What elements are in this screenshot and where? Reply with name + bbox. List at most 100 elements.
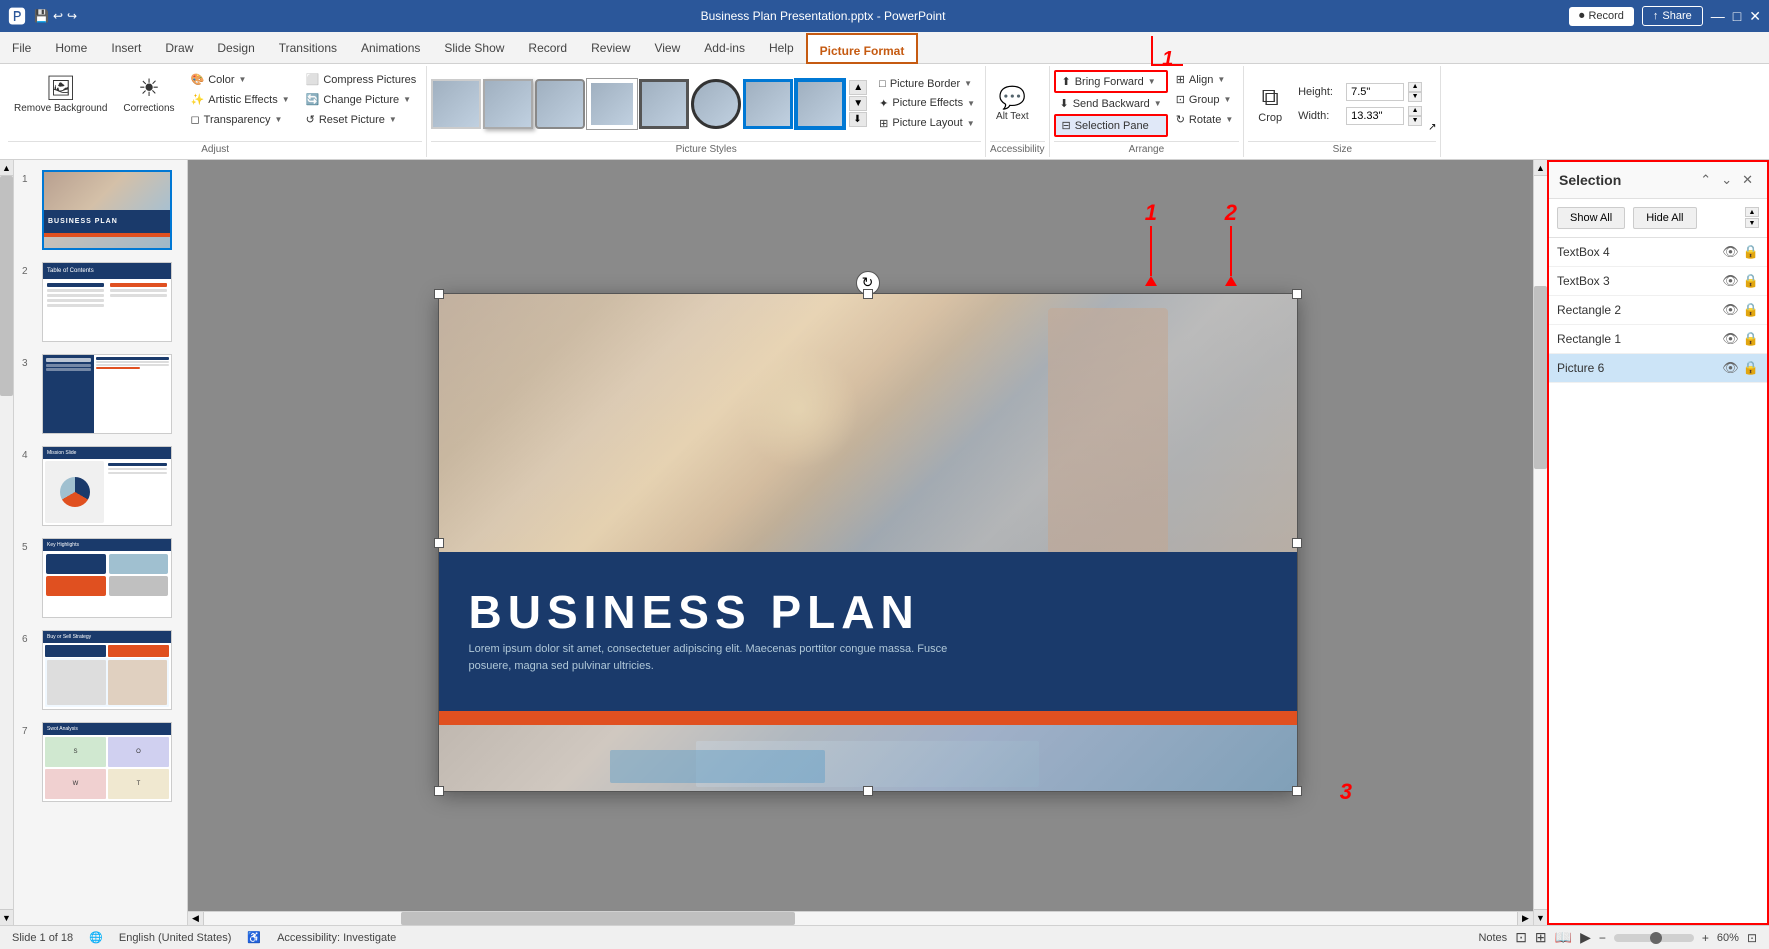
close-icon[interactable]: ✕ — [1749, 8, 1761, 25]
selection-item-textbox4[interactable]: TextBox 4 👁 🔒 — [1549, 238, 1767, 267]
tab-file[interactable]: File — [0, 32, 43, 63]
picture-style-2[interactable] — [483, 79, 533, 129]
picture-style-6[interactable] — [691, 79, 741, 129]
textbox3-visibility-icon[interactable]: 👁 — [1722, 273, 1739, 289]
handle-tl[interactable] — [434, 289, 444, 299]
maximize-icon[interactable]: □ — [1733, 8, 1741, 24]
picture-border-button[interactable]: □ Picture Border ▼ — [873, 75, 981, 93]
tab-draw[interactable]: Draw — [153, 32, 205, 63]
effects-dropdown-icon[interactable]: ▼ — [967, 99, 975, 108]
selection-item-picture6[interactable]: Picture 6 👁 🔒 — [1549, 354, 1767, 383]
rectangle1-lock-icon[interactable]: 🔒 — [1743, 331, 1759, 347]
tab-addins[interactable]: Add-ins — [692, 32, 757, 63]
slide-thumb-1[interactable]: 1 BUSINESS PLAN — [18, 166, 183, 254]
reset-picture-button[interactable]: ↺ Reset Picture ▼ — [300, 110, 423, 129]
picture-style-3[interactable] — [535, 79, 585, 129]
undo-icon[interactable]: ↩ — [53, 9, 63, 23]
canvas-scroll-right[interactable]: ▶ — [1517, 912, 1533, 925]
slides-scroll-thumb[interactable] — [0, 176, 13, 396]
pane-close-button[interactable]: ✕ — [1738, 170, 1757, 190]
tab-review[interactable]: Review — [579, 32, 642, 63]
slide-thumb-6[interactable]: 6 Buy or Sell Strategy — [18, 626, 183, 714]
textbox4-lock-icon[interactable]: 🔒 — [1743, 244, 1759, 260]
group-dropdown-icon[interactable]: ▼ — [1223, 95, 1231, 104]
zoom-slider[interactable] — [1614, 934, 1694, 942]
transparency-dropdown-icon[interactable]: ▼ — [275, 115, 283, 124]
textbox3-lock-icon[interactable]: 🔒 — [1743, 273, 1759, 289]
rotate-dropdown-icon[interactable]: ▼ — [1225, 115, 1233, 124]
view-slide-sorter-icon[interactable]: ⊞ — [1535, 929, 1547, 946]
items-scroll-up[interactable]: ▲ — [1745, 207, 1759, 217]
compress-pictures-button[interactable]: ⬜ Compress Pictures — [300, 70, 423, 89]
layout-dropdown-icon[interactable]: ▼ — [967, 119, 975, 128]
height-input[interactable] — [1346, 83, 1404, 101]
change-picture-dropdown-icon[interactable]: ▼ — [403, 95, 411, 104]
zoom-in-icon[interactable]: + — [1702, 931, 1709, 945]
bring-forward-dropdown-icon[interactable]: ▼ — [1148, 77, 1156, 86]
tab-home[interactable]: Home — [43, 32, 99, 63]
selection-item-rectangle1[interactable]: Rectangle 1 👁 🔒 — [1549, 325, 1767, 354]
picture6-visibility-icon[interactable]: 👁 — [1722, 360, 1739, 376]
handle-bc[interactable] — [863, 786, 873, 796]
show-all-button[interactable]: Show All — [1557, 207, 1625, 229]
slide-thumb-4[interactable]: 4 Mission Slide — [18, 442, 183, 530]
handle-tr[interactable] — [1292, 289, 1302, 299]
canvas-hscroll-thumb[interactable] — [401, 912, 795, 925]
picture-effects-button[interactable]: ✦ Picture Effects ▼ — [873, 94, 981, 113]
group-button[interactable]: ⊡ Group ▼ — [1170, 90, 1240, 109]
tab-picture-format[interactable]: Picture Format — [806, 33, 919, 64]
zoom-out-icon[interactable]: − — [1599, 931, 1606, 945]
slides-scroll-up[interactable]: ▲ — [0, 160, 13, 176]
notes-button[interactable]: Notes — [1478, 932, 1507, 944]
transparency-button[interactable]: ◻ Transparency ▼ — [185, 110, 296, 129]
minimize-icon[interactable]: — — [1711, 8, 1725, 24]
pane-expand-button[interactable]: ⌄ — [1717, 170, 1736, 190]
slide-thumb-5[interactable]: 5 Key Highlights — [18, 534, 183, 622]
tab-view[interactable]: View — [642, 32, 692, 63]
tab-help[interactable]: Help — [757, 32, 806, 63]
handle-mr[interactable] — [1292, 538, 1302, 548]
canvas-scroll-down[interactable]: ▼ — [1534, 909, 1547, 925]
alt-text-button[interactable]: 💬 Alt Text — [990, 81, 1035, 127]
tab-insert[interactable]: Insert — [99, 32, 153, 63]
picture-style-4[interactable] — [587, 79, 637, 129]
slide-thumb-7[interactable]: 7 Swot Analysis S W O T — [18, 718, 183, 806]
color-dropdown-icon[interactable]: ▼ — [239, 75, 247, 84]
selection-item-textbox3[interactable]: TextBox 3 👁 🔒 — [1549, 267, 1767, 296]
hide-all-button[interactable]: Hide All — [1633, 207, 1696, 229]
width-increment[interactable]: ▲ — [1408, 106, 1422, 116]
rectangle2-visibility-icon[interactable]: 👁 — [1722, 302, 1739, 318]
handle-tc[interactable] — [863, 289, 873, 299]
view-reading-icon[interactable]: 📖 — [1555, 929, 1572, 946]
picture-style-1[interactable] — [431, 79, 481, 129]
height-decrement[interactable]: ▼ — [1408, 92, 1422, 102]
corrections-button[interactable]: ☀ Corrections — [117, 70, 180, 119]
picture-style-5[interactable] — [639, 79, 689, 129]
remove-background-button[interactable]: 🖼 Remove Background — [8, 70, 113, 119]
tab-transitions[interactable]: Transitions — [267, 32, 349, 63]
save-icon[interactable]: 💾 — [34, 9, 49, 23]
styles-expand[interactable]: ⬇ — [849, 112, 867, 127]
border-dropdown-icon[interactable]: ▼ — [964, 79, 972, 88]
handle-br[interactable] — [1292, 786, 1302, 796]
tab-record[interactable]: Record — [516, 32, 579, 63]
handle-bl[interactable] — [434, 786, 444, 796]
slide-thumb-2[interactable]: 2 Table of Contents — [18, 258, 183, 346]
picture6-lock-icon[interactable]: 🔒 — [1743, 360, 1759, 376]
rectangle1-visibility-icon[interactable]: 👁 — [1722, 331, 1739, 347]
picture-style-8[interactable] — [795, 79, 845, 129]
view-slideshow-icon[interactable]: ▶ — [1580, 929, 1591, 946]
selection-pane-button[interactable]: ⊟ Selection Pane — [1054, 114, 1168, 137]
send-backward-dropdown-icon[interactable]: ▼ — [1154, 99, 1162, 108]
change-picture-button[interactable]: 🔄 Change Picture ▼ — [300, 90, 423, 109]
picture-layout-button[interactable]: ⊞ Picture Layout ▼ — [873, 114, 981, 133]
styles-scroll-up[interactable]: ▲ — [849, 80, 867, 95]
textbox4-visibility-icon[interactable]: 👁 — [1722, 244, 1739, 260]
artistic-dropdown-icon[interactable]: ▼ — [282, 95, 290, 104]
pane-collapse-button[interactable]: ⌃ — [1696, 170, 1715, 190]
artistic-effects-button[interactable]: ✨ Artistic Effects ▼ — [185, 90, 296, 109]
picture-style-7[interactable] — [743, 79, 793, 129]
send-backward-button[interactable]: ⬇ Send Backward ▼ — [1054, 94, 1168, 113]
slides-scroll-down[interactable]: ▼ — [0, 909, 13, 925]
crop-button[interactable]: ⧉ Crop — [1248, 78, 1292, 130]
